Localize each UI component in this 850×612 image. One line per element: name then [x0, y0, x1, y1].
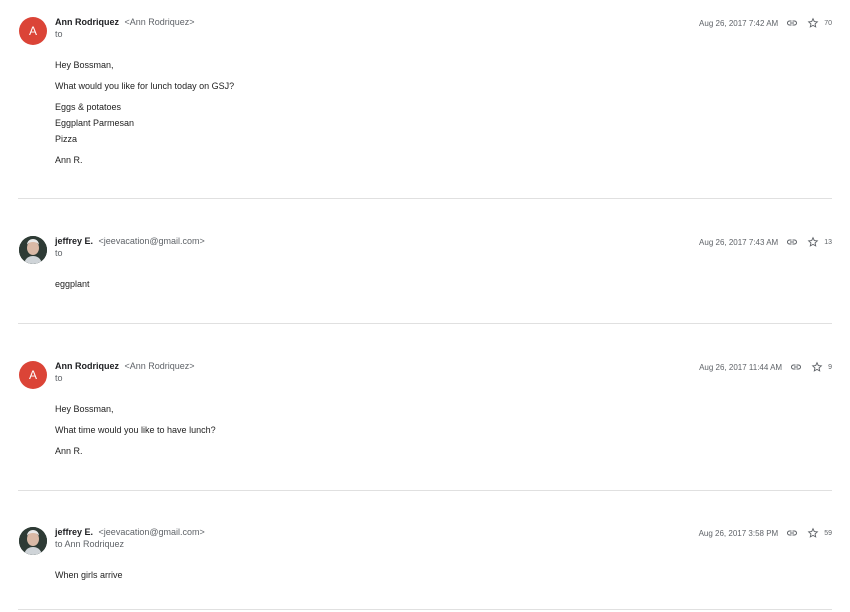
avatar[interactable] [19, 236, 47, 264]
message-date: Aug 26, 2017 11:44 AM [699, 362, 783, 372]
message-count: 70 [824, 19, 832, 27]
message-count: 13 [824, 238, 832, 246]
body-line: Pizza [55, 134, 78, 144]
avatar[interactable]: A [19, 361, 47, 389]
message-date: Aug 26, 2017 7:43 AM [699, 237, 779, 247]
avatar[interactable] [19, 527, 47, 555]
avatar-photo-icon [19, 527, 47, 555]
sender-line: Ann Rodriquez <Ann Rodriquez> [55, 17, 195, 27]
link-icon[interactable] [786, 236, 798, 248]
star-icon[interactable] [807, 527, 819, 539]
avatar-letter: A [28, 368, 37, 382]
sender-name[interactable]: jeffrey E. [55, 236, 93, 246]
sender-name[interactable]: Ann Rodriquez [55, 361, 119, 371]
message-count: 9 [828, 363, 832, 371]
link-icon[interactable] [786, 17, 798, 29]
recipient-line[interactable]: to [55, 373, 63, 383]
star-icon[interactable] [807, 236, 819, 248]
message-meta: Aug 26, 2017 3:58 PM 59 [699, 527, 832, 539]
sender-line: jeffrey E. <jeevacation@gmail.com> [55, 236, 205, 246]
star-icon[interactable] [807, 17, 819, 29]
sender-line: Ann Rodriquez <Ann Rodriquez> [55, 361, 195, 371]
body-line: Ann R. [55, 446, 83, 456]
sender-name[interactable]: Ann Rodriquez [55, 17, 119, 27]
link-icon[interactable] [786, 527, 798, 539]
message-meta: Aug 26, 2017 7:43 AM 13 [699, 236, 832, 248]
message-meta: Aug 26, 2017 7:42 AM 70 [699, 17, 832, 29]
message-divider [18, 490, 832, 491]
recipient-line[interactable]: to [55, 29, 63, 39]
sender-email: <Ann Rodriquez> [124, 17, 195, 27]
body-line: Hey Bossman, [55, 60, 114, 70]
message-divider [18, 609, 832, 610]
message-count: 59 [824, 529, 832, 537]
avatar-photo-icon [19, 236, 47, 264]
body-line: When girls arrive [55, 570, 123, 580]
sender-name[interactable]: jeffrey E. [55, 527, 93, 537]
body-line: Hey Bossman, [55, 404, 114, 414]
avatar-letter: A [28, 24, 37, 38]
message-meta: Aug 26, 2017 11:44 AM 9 [699, 361, 832, 373]
body-line: Eggplant Parmesan [55, 118, 135, 128]
sender-email: <jeevacation@gmail.com> [98, 527, 205, 537]
body-line: What would you like for lunch today on G… [55, 81, 235, 91]
message-date: Aug 26, 2017 3:58 PM [698, 528, 779, 538]
recipient-line[interactable]: to [55, 248, 63, 258]
avatar[interactable]: A [19, 17, 47, 45]
body-line: Ann R. [55, 155, 83, 165]
message-divider [18, 198, 832, 199]
message-divider [18, 323, 832, 324]
body-line: What time would you like to have lunch? [55, 425, 216, 435]
sender-email: <jeevacation@gmail.com> [98, 236, 205, 246]
star-icon[interactable] [811, 361, 823, 373]
sender-line: jeffrey E. <jeevacation@gmail.com> [55, 527, 205, 537]
body-line: eggplant [55, 279, 90, 289]
message-date: Aug 26, 2017 7:42 AM [699, 18, 779, 28]
sender-email: <Ann Rodriquez> [124, 361, 195, 371]
body-line: Eggs & potatoes [55, 102, 122, 112]
link-icon[interactable] [790, 361, 802, 373]
recipient-line[interactable]: to Ann Rodriquez [55, 539, 124, 549]
